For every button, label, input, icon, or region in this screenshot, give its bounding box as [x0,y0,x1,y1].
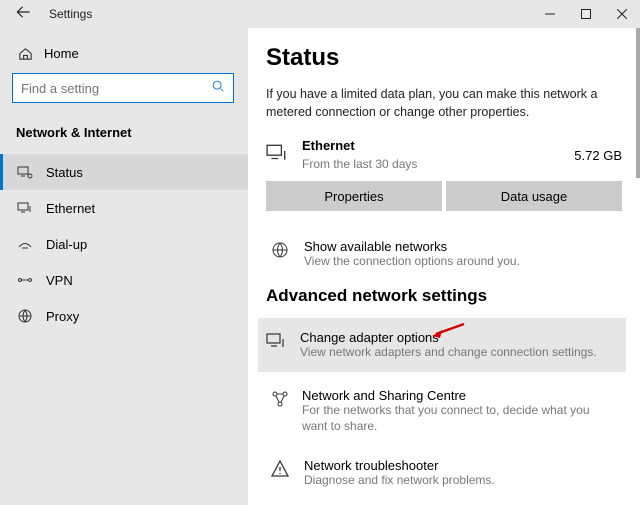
back-button[interactable] [10,5,37,23]
ethernet-icon [16,200,34,216]
network-sharing-action[interactable]: Network and Sharing Centre For the netwo… [266,380,622,442]
show-networks-action[interactable]: Show available networks View the connect… [266,231,622,278]
status-icon [16,164,34,180]
globe-icon [270,239,292,265]
search-box[interactable] [12,73,234,103]
data-usage-button[interactable]: Data usage [446,181,622,211]
change-adapter-action[interactable]: Change adapter options View network adap… [258,318,626,373]
advanced-heading: Advanced network settings [266,286,622,306]
sidebar-item-ethernet[interactable]: Ethernet [0,190,248,226]
sidebar-item-label: Status [46,165,83,180]
proxy-icon [16,308,34,324]
home-icon [16,46,34,61]
network-sub: From the last 30 days [302,157,417,171]
action-title: Network troubleshooter [304,458,495,473]
maximize-button[interactable] [568,0,604,28]
network-card: Ethernet From the last 30 days 5.72 GB [266,137,622,173]
page-title: Status [266,44,622,72]
sidebar-item-proxy[interactable]: Proxy [0,298,248,334]
page-description: If you have a limited data plan, you can… [266,86,622,121]
scrollbar[interactable] [636,28,640,178]
dialup-icon [16,236,34,252]
properties-button[interactable]: Properties [266,181,442,211]
warning-icon [270,458,292,484]
search-icon [211,79,225,98]
sidebar-group-title: Network & Internet [12,123,248,154]
search-input[interactable] [21,81,211,96]
network-usage-size: 5.72 GB [574,148,622,163]
action-title: Show available networks [304,239,520,254]
vpn-icon [16,272,34,288]
home-nav[interactable]: Home [12,42,248,73]
minimize-button[interactable] [532,0,568,28]
sidebar-item-label: Proxy [46,309,79,324]
sharing-icon [270,388,290,414]
network-name: Ethernet [302,138,355,153]
action-title: Network and Sharing Centre [302,388,618,403]
sidebar-item-vpn[interactable]: VPN [0,262,248,298]
home-label: Home [44,46,79,61]
close-button[interactable] [604,0,640,28]
ethernet-icon [266,142,290,169]
action-title: Change adapter options [300,330,597,345]
sidebar-item-label: VPN [46,273,73,288]
sidebar-item-label: Ethernet [46,201,95,216]
action-sub: For the networks that you connect to, de… [302,403,618,434]
sidebar-item-label: Dial-up [46,237,87,252]
troubleshooter-action[interactable]: Network troubleshooter Diagnose and fix … [266,450,622,497]
action-sub: Diagnose and fix network problems. [304,473,495,489]
window-title: Settings [49,7,92,21]
action-sub: View network adapters and change connect… [300,345,597,361]
sidebar-item-dialup[interactable]: Dial-up [0,226,248,262]
action-sub: View the connection options around you. [304,254,520,270]
sidebar-item-status[interactable]: Status [0,154,248,190]
adapter-icon [266,330,288,356]
